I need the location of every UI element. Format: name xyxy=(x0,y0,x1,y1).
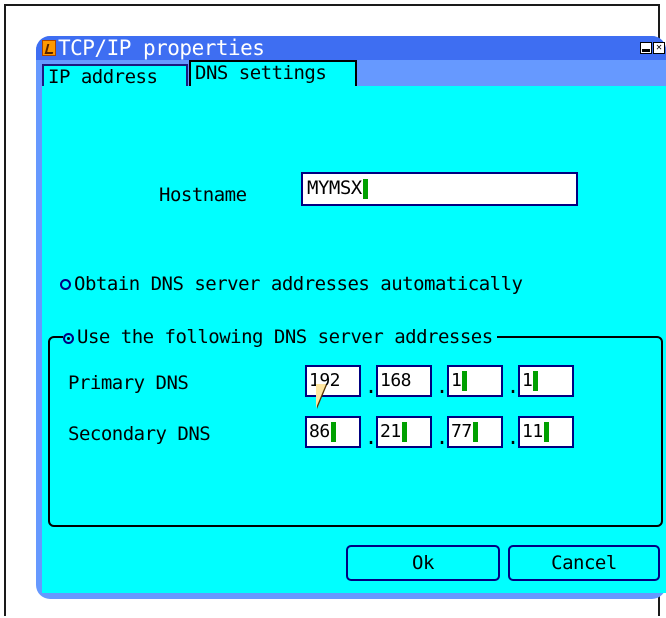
radio-obtain-automatically-label[interactable]: Obtain DNS server addresses automaticall… xyxy=(74,272,523,296)
secondary-dns-octet-3[interactable]: 77 xyxy=(447,416,503,448)
minimize-icon[interactable] xyxy=(640,42,652,54)
hostname-value: MYMSX xyxy=(307,177,362,199)
title-bar[interactable]: TCP/IP properties ✕ xyxy=(36,36,666,60)
dns-settings-panel: Hostname MYMSX Obtain DNS server address… xyxy=(42,86,666,593)
text-caret xyxy=(330,422,336,442)
primary-dns-octet-3[interactable]: 1 xyxy=(447,365,503,397)
tab-ip-address[interactable]: IP address xyxy=(42,64,188,88)
radio-use-following-label[interactable]: Use the following DNS server addresses xyxy=(77,326,497,348)
text-caret xyxy=(543,422,549,442)
radio-use-following[interactable] xyxy=(63,333,74,344)
app-icon xyxy=(42,40,56,56)
primary-dns-label: Primary DNS xyxy=(68,372,189,394)
primary-dns-octet-2[interactable]: 168 xyxy=(376,365,432,397)
secondary-dns-label: Secondary DNS xyxy=(68,423,211,445)
secondary-dns-octet-4[interactable]: 11 xyxy=(518,416,574,448)
primary-dns-octet-4[interactable]: 1 xyxy=(518,365,574,397)
text-caret xyxy=(533,371,539,391)
hostname-label: Hostname xyxy=(159,184,247,206)
secondary-dns-octet-2[interactable]: 21 xyxy=(376,416,432,448)
groupbox-legend: Use the following DNS server addresses xyxy=(63,325,497,349)
radio-obtain-automatically[interactable] xyxy=(60,279,71,290)
cancel-button[interactable]: Cancel xyxy=(508,545,660,581)
text-caret xyxy=(472,422,478,442)
text-caret xyxy=(362,178,368,199)
tab-strip: IP address DNS settings xyxy=(36,60,666,88)
ok-button[interactable]: Ok xyxy=(346,545,500,581)
close-icon[interactable]: ✕ xyxy=(653,42,665,54)
tab-dns-settings[interactable]: DNS settings xyxy=(189,60,357,86)
text-caret xyxy=(401,422,407,442)
primary-dns-octet-1[interactable]: 192 xyxy=(305,365,361,397)
hostname-input[interactable]: MYMSX xyxy=(301,172,578,206)
secondary-dns-octet-1[interactable]: 86 xyxy=(305,416,361,448)
tcpip-properties-window: TCP/IP properties ✕ IP address DNS setti… xyxy=(36,36,666,599)
mouse-pointer-icon xyxy=(316,384,326,408)
text-caret xyxy=(462,371,468,391)
window-title: TCP/IP properties xyxy=(58,36,265,60)
